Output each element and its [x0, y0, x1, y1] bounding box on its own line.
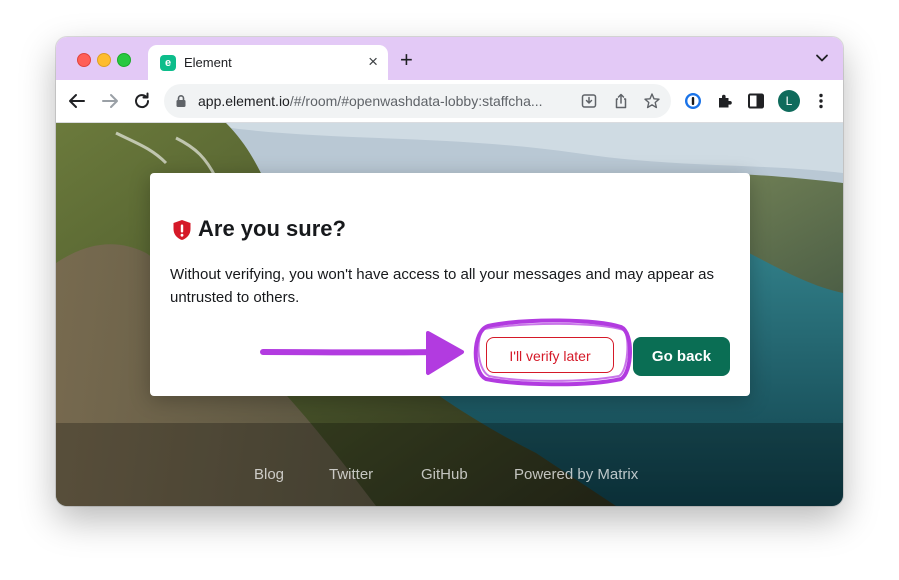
lock-icon[interactable]	[174, 94, 188, 108]
url-text[interactable]: app.element.io/#/room/#openwashdata-lobb…	[198, 93, 570, 109]
install-icon[interactable]	[580, 92, 598, 110]
footer-link-github[interactable]: GitHub	[421, 466, 468, 483]
url-host: app.element.io	[198, 93, 290, 109]
verify-later-button[interactable]: I'll verify later	[486, 337, 614, 373]
dialog-title: Are you sure?	[198, 216, 346, 241]
dialog-body: Without verifying, you won't have access…	[170, 266, 714, 306]
browser-toolbar: app.element.io/#/room/#openwashdata-lobb…	[56, 80, 843, 123]
forward-arrow-icon[interactable]	[100, 91, 120, 111]
profile-avatar[interactable]: L	[778, 90, 800, 112]
star-icon[interactable]	[643, 92, 661, 110]
browser-window: e Element × + app.element.io/#/room/#ope…	[56, 37, 843, 506]
share-icon[interactable]	[612, 92, 630, 110]
footer-link-matrix[interactable]: Powered by Matrix	[514, 466, 638, 483]
new-tab-button[interactable]: +	[400, 49, 413, 71]
tab-close-icon[interactable]: ×	[368, 52, 378, 72]
footer-link-blog[interactable]: Blog	[254, 466, 284, 483]
extensions-icon[interactable]	[715, 91, 735, 111]
password-manager-icon[interactable]	[683, 91, 703, 111]
shield-warning-icon	[173, 220, 191, 240]
reload-icon[interactable]	[132, 91, 152, 111]
chevron-down-icon[interactable]	[815, 51, 829, 65]
element-favicon-icon: e	[160, 55, 176, 71]
close-window-button[interactable]	[77, 53, 91, 67]
url-path: /#/room/#openwashdata-lobby:staffcha...	[289, 93, 543, 109]
go-back-button[interactable]: Go back	[633, 337, 730, 376]
back-arrow-icon[interactable]	[67, 91, 87, 111]
address-bar[interactable]: app.element.io/#/room/#openwashdata-lobb…	[164, 84, 671, 118]
tab-element[interactable]: e Element ×	[148, 45, 388, 80]
tab-title: Element	[184, 55, 232, 70]
kebab-menu-icon[interactable]	[811, 91, 831, 111]
minimize-window-button[interactable]	[97, 53, 111, 67]
zoom-window-button[interactable]	[117, 53, 131, 67]
tab-bar: e Element × +	[56, 37, 843, 80]
confirm-dialog: Are you sure? Without verifying, you won…	[150, 173, 750, 396]
sidepanel-icon[interactable]	[746, 91, 766, 111]
page-content: Are you sure? Without verifying, you won…	[56, 123, 843, 506]
footer-link-twitter[interactable]: Twitter	[329, 466, 373, 483]
